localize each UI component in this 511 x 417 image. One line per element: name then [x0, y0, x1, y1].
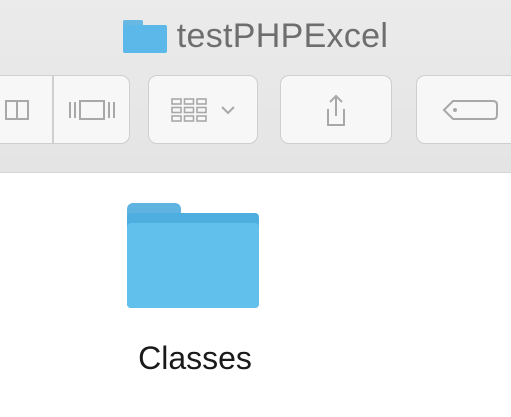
title-folder-icon	[122, 19, 167, 53]
tags-button[interactable]	[416, 75, 511, 144]
share-button[interactable]	[280, 75, 392, 144]
window-title-area: testPHPExcel	[0, 15, 511, 57]
window-title: testPHPExcel	[176, 16, 389, 55]
share-icon	[321, 92, 351, 128]
column-view-icon	[2, 95, 32, 125]
arrange-button[interactable]	[148, 75, 258, 144]
folder-item-label[interactable]: Classes	[120, 340, 270, 377]
folder-icon[interactable]	[127, 203, 259, 308]
column-view-button[interactable]	[0, 75, 53, 144]
chevron-down-icon	[219, 104, 237, 116]
window-titlebar: testPHPExcel	[0, 0, 511, 173]
grid-icon	[169, 95, 209, 125]
cover-flow-view-button[interactable]	[53, 75, 130, 144]
tag-icon	[441, 97, 501, 123]
cover-flow-icon	[65, 95, 119, 125]
